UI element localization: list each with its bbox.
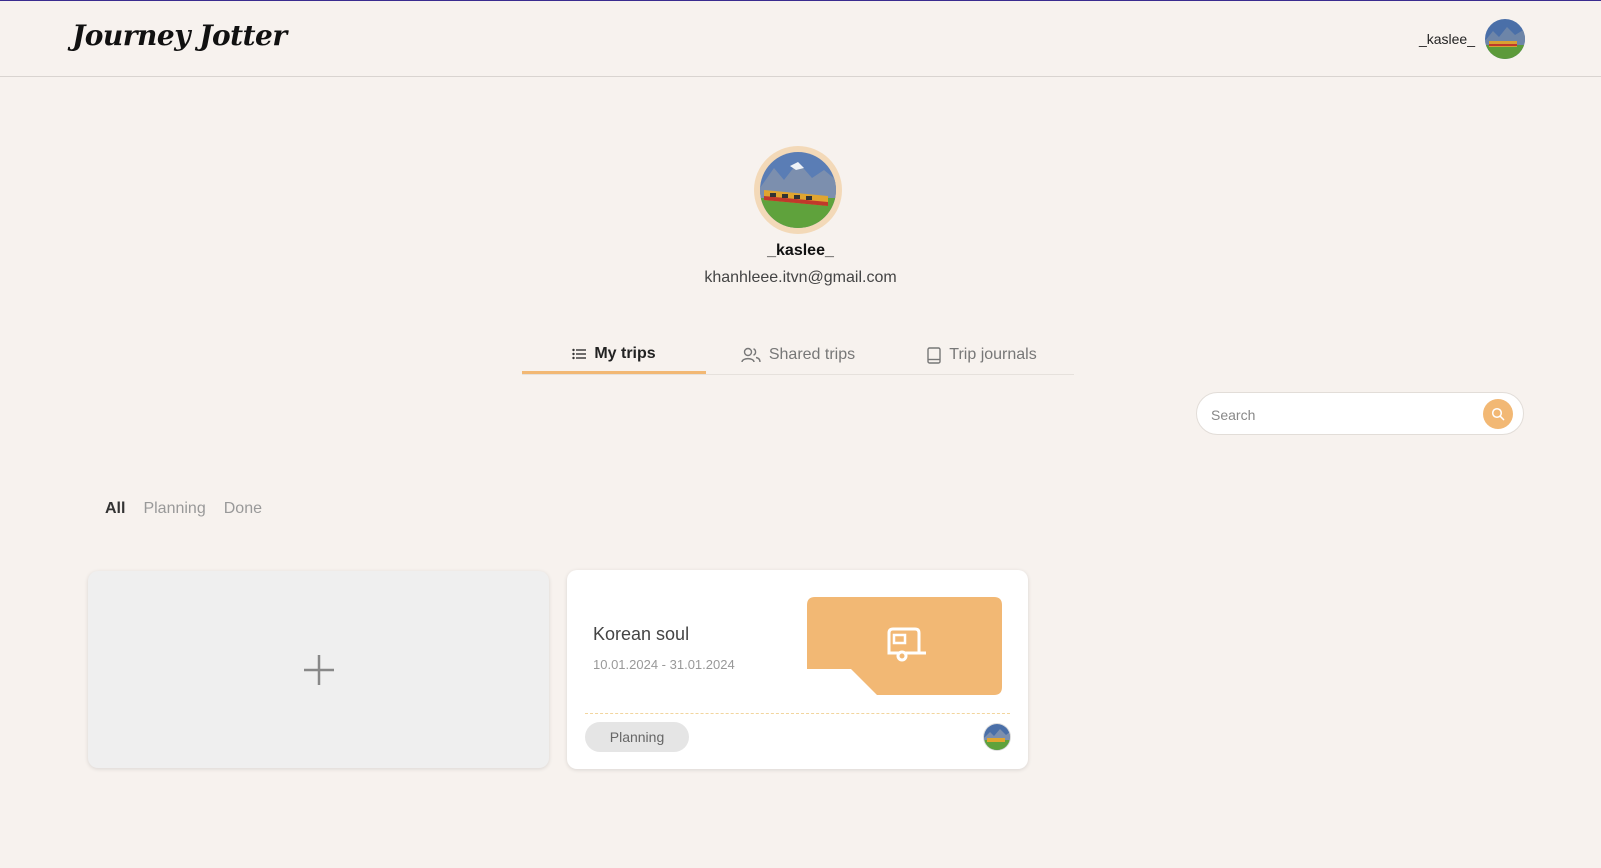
header-avatar[interactable] (1485, 19, 1525, 59)
header-username[interactable]: _kaslee_ (1419, 31, 1475, 47)
tab-label: Shared trips (768, 346, 856, 363)
trip-divider (585, 713, 1010, 714)
trip-card[interactable]: Korean soul 10.01.2024 - 31.01.2024 Plan… (567, 570, 1028, 769)
tab-label: Trip journals (949, 346, 1037, 363)
avatar-photo-icon (760, 152, 836, 228)
trip-member-avatar[interactable] (984, 724, 1010, 750)
profile-avatar-image (760, 152, 836, 228)
search-button[interactable] (1483, 399, 1513, 429)
trip-cover-shape (807, 597, 1002, 695)
list-icon (572, 348, 587, 359)
search-box (1196, 392, 1524, 435)
filter-done[interactable]: Done (224, 500, 262, 518)
profile-avatar[interactable] (754, 146, 842, 234)
tab-shared-trips[interactable]: Shared trips (706, 336, 890, 374)
profile-email: khanhleee.itvn@gmail.com (704, 269, 897, 286)
tab-my-trips[interactable]: My trips (522, 336, 706, 374)
filter-planning[interactable]: Planning (143, 500, 205, 518)
avatar-photo-icon (1485, 19, 1525, 59)
header-user-menu[interactable]: _kaslee_ (1419, 19, 1525, 59)
profile-username: _kaslee_ (767, 242, 834, 259)
add-trip-button[interactable] (88, 571, 549, 768)
trip-cover (807, 597, 1002, 695)
status-badge: Planning (585, 722, 689, 752)
trip-dates: 10.01.2024 - 31.01.2024 (593, 657, 735, 672)
book-icon (927, 346, 941, 364)
avatar-photo-icon (984, 724, 1010, 750)
users-icon (741, 347, 761, 363)
profile-tabs: My trips Shared trips Trip journals (522, 336, 1074, 375)
filter-all[interactable]: All (105, 500, 125, 518)
tab-label: My trips (594, 344, 656, 362)
trip-filters: All Planning Done (105, 500, 262, 518)
tab-trip-journals[interactable]: Trip journals (890, 336, 1074, 374)
app-logo[interactable]: Journey Jotter (72, 19, 287, 52)
app-header: Journey Jotter _kaslee_ (0, 1, 1601, 77)
trip-title: Korean soul (593, 624, 690, 644)
plus-icon (303, 654, 334, 685)
search-input[interactable] (1209, 403, 1483, 427)
search-icon (1491, 407, 1505, 421)
